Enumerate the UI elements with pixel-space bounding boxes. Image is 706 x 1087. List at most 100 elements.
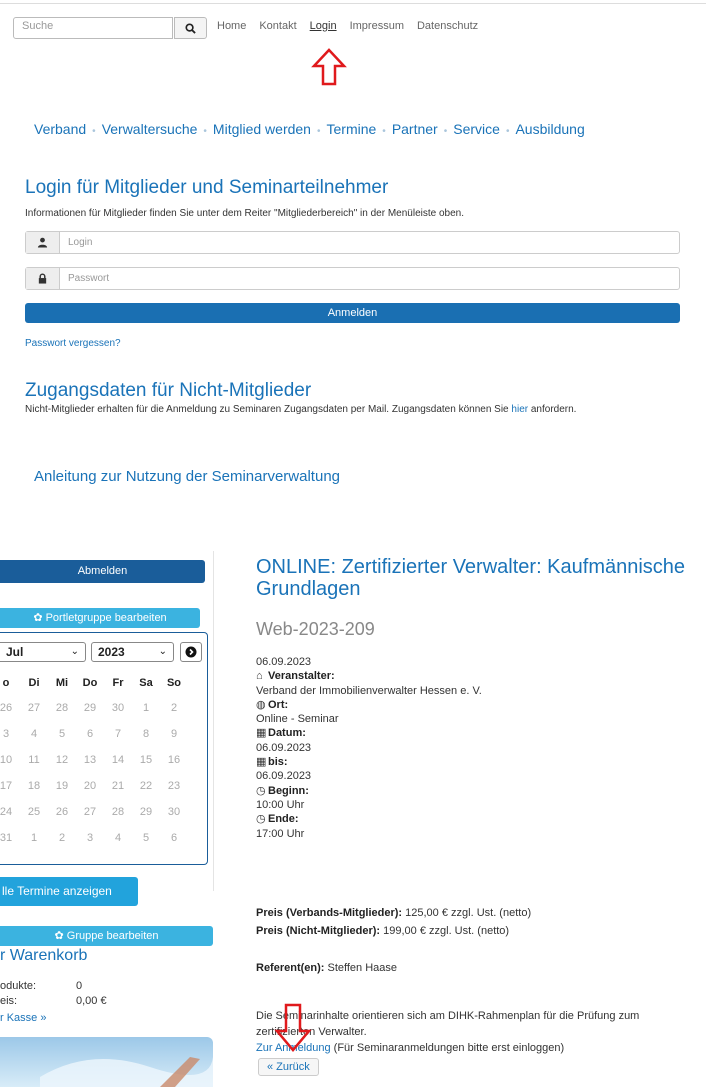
cart-price-label: eis: (0, 995, 18, 1007)
top-navigation: Home Kontakt Login Impressum Datenschutz (217, 20, 478, 32)
mainnav-verwaltersuche[interactable]: Verwaltersuche (102, 121, 198, 137)
gear-icon: ✿ (33, 612, 43, 624)
topnav-login[interactable]: Login (310, 20, 337, 32)
calendar-day[interactable]: 26 (0, 702, 18, 714)
calendar-day[interactable]: 2 (50, 832, 74, 844)
calendar-day[interactable]: 27 (22, 702, 46, 714)
calendar-day[interactable]: 31 (0, 832, 18, 844)
year-select[interactable]: 2023 ⌄ (91, 642, 174, 662)
cart-products-label: odukte: (0, 980, 37, 992)
mainnav-verband[interactable]: Verband (34, 121, 86, 137)
event-description: Die Seminarinhalte orientieren sich am D… (256, 1010, 640, 1038)
calendar-day[interactable]: 10 (0, 754, 18, 766)
weekday-header: So (166, 677, 182, 689)
login-title: Login für Mitglieder und Seminarteilnehm… (25, 177, 389, 198)
top-divider (0, 3, 706, 4)
cart-products-value: 0 (76, 980, 83, 992)
next-month-button[interactable] (180, 642, 202, 662)
calendar-day[interactable]: 29 (134, 806, 158, 818)
month-select[interactable]: Jul ⌄ (0, 642, 86, 662)
calendar-day[interactable]: 13 (78, 754, 102, 766)
calendar-day[interactable]: 7 (106, 728, 130, 740)
event-location: Online - Seminar (256, 713, 339, 726)
clock-icon: ◷ (256, 784, 266, 797)
calendar-day[interactable]: 18 (22, 780, 46, 792)
calendar-day[interactable]: 5 (50, 728, 74, 740)
guide-link[interactable]: Anleitung zur Nutzung der Seminarverwalt… (34, 468, 340, 485)
topnav-kontakt[interactable]: Kontakt (259, 20, 296, 32)
calendar-day[interactable]: 1 (22, 832, 46, 844)
search-input[interactable]: Suche (13, 17, 173, 39)
calendar-day[interactable]: 19 (50, 780, 74, 792)
calendar-day[interactable]: 14 (106, 754, 130, 766)
calendar-day[interactable]: 25 (22, 806, 46, 818)
topnav-impressum[interactable]: Impressum (350, 20, 404, 32)
mainnav-partner[interactable]: Partner (392, 121, 438, 137)
calendar-day[interactable]: 6 (162, 832, 186, 844)
weekday-header: o (2, 677, 10, 689)
login-field[interactable]: Login (25, 231, 680, 254)
calendar-day[interactable]: 12 (50, 754, 74, 766)
search-button[interactable] (174, 17, 207, 39)
mainnav-mitglied-werden[interactable]: Mitglied werden (213, 121, 311, 137)
topnav-home[interactable]: Home (217, 20, 246, 32)
edit-portlet-group-button[interactable]: ✿ Portletgruppe bearbeiten (0, 608, 200, 628)
forgot-password-link[interactable]: Passwort vergessen? (25, 338, 121, 349)
calendar-day[interactable]: 3 (0, 728, 18, 740)
main-navigation: Verband • Verwaltersuche • Mitglied werden • T… (34, 121, 585, 137)
calendar-day[interactable]: 21 (106, 780, 130, 792)
calendar-day[interactable]: 26 (50, 806, 74, 818)
calendar-day[interactable]: 27 (78, 806, 102, 818)
calendar-day[interactable]: 30 (106, 702, 130, 714)
nav-separator: • (92, 126, 96, 137)
calendar-day[interactable]: 17 (0, 780, 18, 792)
weekday-header: Mi (55, 677, 69, 689)
event-date: 06.09.2023 (256, 656, 312, 668)
calendar-day[interactable]: 28 (50, 702, 74, 714)
checkout-link[interactable]: r Kasse » (0, 1012, 46, 1024)
cart-price-value: 0,00 € (76, 995, 107, 1007)
mainnav-ausbildung[interactable]: Ausbildung (515, 121, 584, 137)
calendar-day[interactable]: 4 (22, 728, 46, 740)
calendar-day[interactable]: 16 (162, 754, 186, 766)
calendar-day[interactable]: 28 (106, 806, 130, 818)
request-credentials-link[interactable]: hier (511, 404, 528, 415)
calendar-day[interactable]: 30 (162, 806, 186, 818)
weekday-header: Di (28, 677, 40, 689)
mainnav-termine[interactable]: Termine (327, 121, 377, 137)
topnav-datenschutz[interactable]: Datenschutz (417, 20, 478, 32)
calendar-day[interactable]: 3 (78, 832, 102, 844)
calendar-day[interactable]: 29 (78, 702, 102, 714)
calendar-day[interactable]: 1 (134, 702, 158, 714)
nonmember-text: Nicht-Mitglieder erhalten für die Anmeld… (25, 404, 577, 415)
calendar-day[interactable]: 9 (162, 728, 186, 740)
calendar-day[interactable]: 5 (134, 832, 158, 844)
gear-icon: ✿ (54, 930, 64, 942)
calendar-day[interactable]: 20 (78, 780, 102, 792)
event-end-value: 17:00 Uhr (256, 827, 305, 840)
annotation-arrow-down-icon (274, 1003, 312, 1052)
logout-button[interactable]: Abmelden (0, 560, 205, 583)
calendar-day[interactable]: 11 (22, 754, 46, 766)
login-placeholder: Login (68, 237, 93, 248)
calendar-day[interactable]: 8 (134, 728, 158, 740)
home-icon: ⌂ (256, 670, 263, 683)
calendar-day[interactable]: 22 (134, 780, 158, 792)
calendar-day[interactable]: 23 (162, 780, 186, 792)
calendar-day[interactable]: 15 (134, 754, 158, 766)
calendar-day[interactable]: 2 (162, 702, 186, 714)
login-submit-button[interactable]: Anmelden (25, 303, 680, 323)
edit-group-button[interactable]: ✿ Gruppe bearbeiten (0, 926, 213, 946)
login-info-text: Informationen für Mitglieder finden Sie … (25, 208, 464, 219)
chevron-down-icon: ⌄ (70, 646, 79, 657)
event-details: 06.09.2023 ⌂ Veranstalter: Verband der Im… (256, 656, 482, 840)
mainnav-service[interactable]: Service (453, 121, 500, 137)
calendar-day[interactable]: 24 (0, 806, 18, 818)
calendar-day[interactable]: 6 (78, 728, 102, 740)
password-field[interactable]: Passwort (25, 267, 680, 290)
calendar-day[interactable]: 4 (106, 832, 130, 844)
weekday-header: Fr (112, 677, 124, 689)
show-all-events-button[interactable]: lle Termine anzeigen (0, 877, 138, 906)
lock-icon (26, 268, 60, 289)
back-button[interactable]: « Zurück (258, 1058, 319, 1076)
